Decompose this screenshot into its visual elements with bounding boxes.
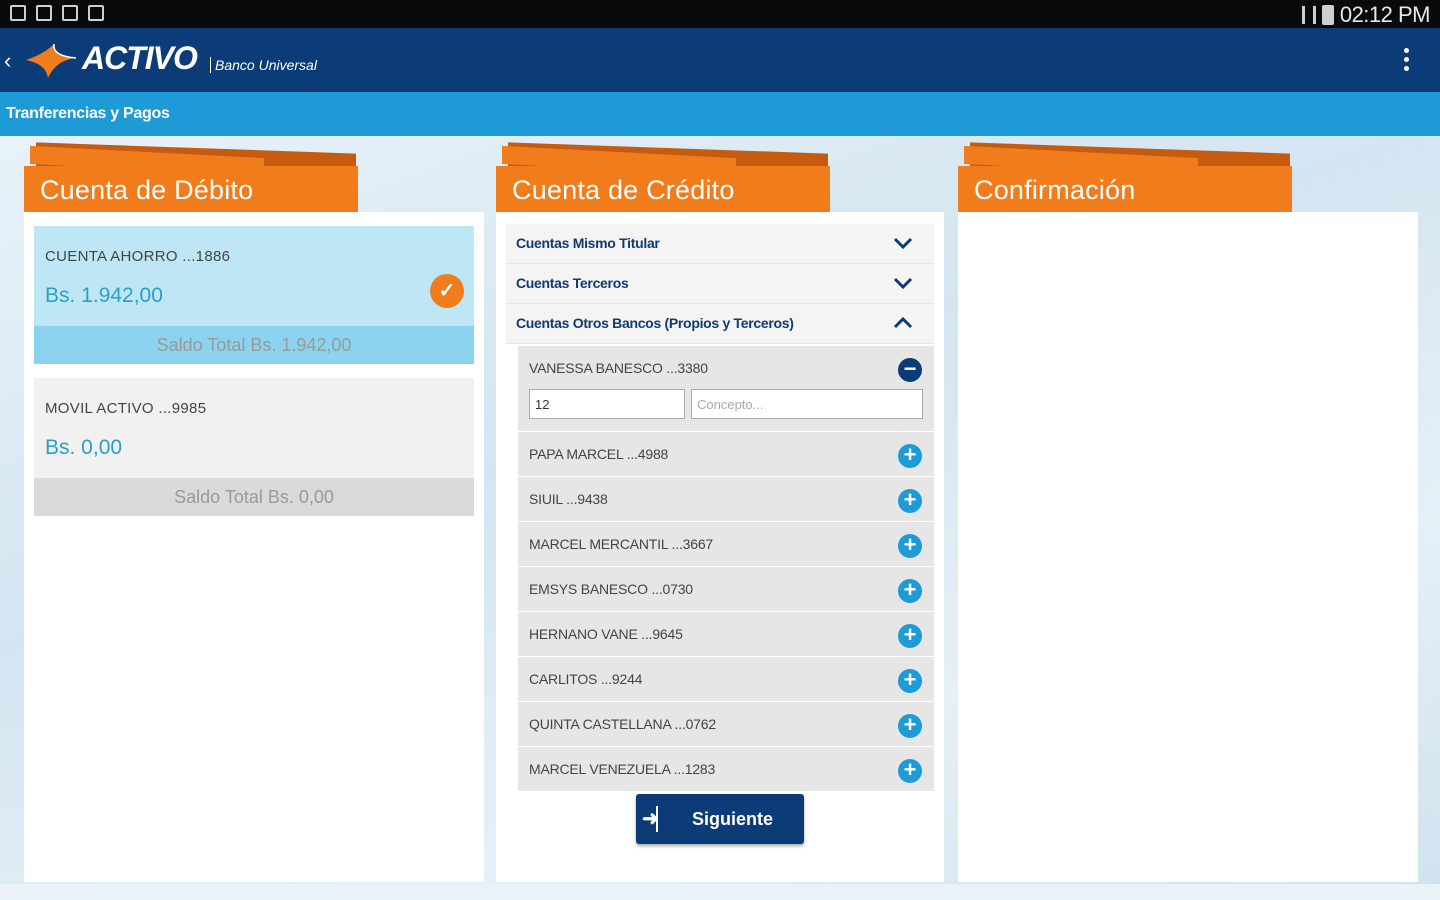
list-item[interactable]: EMSYS BANESCO ...0730 + <box>518 567 934 612</box>
chevron-up-icon <box>893 316 913 329</box>
payee-name: MARCEL MERCANTIL ...3667 <box>529 536 713 552</box>
list-item[interactable]: MARCEL MERCANTIL ...3667 + <box>518 522 934 567</box>
debit-title: Cuenta de Débito <box>40 175 254 205</box>
accordion-otros-bancos[interactable]: Cuentas Otros Bancos (Propios y Terceros… <box>506 304 934 344</box>
list-item[interactable]: SIUIL ...9438 + <box>518 477 934 522</box>
credit-panel: Cuentas Mismo Titular Cuentas Terceros C… <box>496 212 944 882</box>
list-item[interactable]: CARLITOS ...9244 + <box>518 657 934 702</box>
add-circle-icon[interactable]: + <box>898 624 922 648</box>
clock: 02:12 PM <box>1339 2 1431 27</box>
accordion-label: Cuentas Terceros <box>516 275 629 291</box>
star-logo-icon <box>26 43 77 78</box>
account-total: Saldo Total Bs. 0,00 <box>34 478 474 516</box>
back-icon[interactable]: ‹ <box>4 48 11 74</box>
payee-name: SIUIL ...9438 <box>529 491 608 507</box>
chevron-down-icon <box>893 277 913 290</box>
list-item[interactable]: QUINTA CASTELLANA ...0762 + <box>518 702 934 747</box>
account-card[interactable]: MOVIL ACTIVO ...9985 Bs. 0,00 Saldo Tota… <box>34 378 474 516</box>
battery-icon <box>1321 5 1334 25</box>
confirm-title: Confirmación <box>974 175 1136 205</box>
system-tray: 02:12 PM <box>1301 2 1431 28</box>
brand-name: ACTIVO <box>82 40 198 76</box>
accordion-label: Cuentas Otros Bancos (Propios y Terceros… <box>516 315 794 331</box>
payee-list: VANESSA BANESCO ...3380 − PAPA MARCEL ..… <box>518 346 934 792</box>
section-bar: Tranferencias y Pagos <box>0 92 1440 136</box>
next-button[interactable]: ➜ Siguiente <box>636 794 804 844</box>
add-circle-icon[interactable]: + <box>898 489 922 513</box>
payee-name: MARCEL VENEZUELA ...1283 <box>529 761 716 777</box>
notification-icon <box>36 5 52 21</box>
arrow-right-icon: ➜ <box>642 806 659 832</box>
confirm-panel <box>958 212 1418 882</box>
payee-name: EMSYS BANESCO ...0730 <box>529 581 693 597</box>
account-total: Saldo Total Bs. 1.942,00 <box>34 326 474 364</box>
tab-credit: Cuenta de Crédito <box>496 142 832 212</box>
accordion-label: Cuentas Mismo Titular <box>516 235 660 251</box>
debit-panel: CUENTA AHORRO ...1886 Bs. 1.942,00 ✓ Sal… <box>24 212 484 882</box>
notification-icon <box>10 5 26 21</box>
brand-subtitle: Banco Universal <box>210 57 317 73</box>
notification-icon <box>62 5 78 21</box>
payee-name: QUINTA CASTELLANA ...0762 <box>529 716 716 732</box>
add-circle-icon[interactable]: + <box>898 669 922 693</box>
payee-name: HERNANO VANE ...9645 <box>529 626 683 642</box>
account-name: CUENTA AHORRO ...1886 <box>45 248 231 265</box>
list-item[interactable]: PAPA MARCEL ...4988 + <box>518 432 934 477</box>
accordion-terceros[interactable]: Cuentas Terceros <box>506 264 934 304</box>
next-label: Siguiente <box>692 809 774 829</box>
bottom-strip <box>0 884 1440 900</box>
list-item[interactable]: MARCEL VENEZUELA ...1283 + <box>518 747 934 792</box>
remove-circle-icon[interactable]: − <box>898 358 922 382</box>
list-item[interactable]: HERNANO VANE ...9645 + <box>518 612 934 657</box>
payee-name: PAPA MARCEL ...4988 <box>529 446 669 462</box>
notification-icon <box>88 5 104 21</box>
payee-name: CARLITOS ...9244 <box>529 671 643 687</box>
payee-name: VANESSA BANESCO ...3380 <box>529 360 708 376</box>
credit-title: Cuenta de Crédito <box>512 175 735 205</box>
add-circle-icon[interactable]: + <box>898 579 922 603</box>
add-circle-icon[interactable]: + <box>898 534 922 558</box>
tab-debit: Cuenta de Débito <box>24 142 360 212</box>
add-circle-icon[interactable]: + <box>898 759 922 783</box>
add-circle-icon[interactable]: + <box>898 714 922 738</box>
tab-confirm: Confirmación <box>958 142 1294 212</box>
section-title: Tranferencias y Pagos <box>6 105 170 122</box>
check-icon: ✓ <box>430 274 464 308</box>
amount-input[interactable] <box>529 389 685 419</box>
concept-input[interactable] <box>691 389 923 419</box>
payee-expanded: VANESSA BANESCO ...3380 − <box>518 346 934 432</box>
account-amount: Bs. 1.942,00 <box>45 284 163 307</box>
signal-icon <box>1301 6 1316 24</box>
status-bar: 02:12 PM <box>0 0 1440 28</box>
account-name: MOVIL ACTIVO ...9985 <box>45 400 207 417</box>
account-amount: Bs. 0,00 <box>45 436 123 459</box>
notification-icons <box>10 5 104 21</box>
overflow-menu-icon[interactable] <box>1404 48 1410 71</box>
app-bar: ‹ ACTIVO Banco Universal <box>0 28 1440 92</box>
chevron-down-icon <box>893 237 913 250</box>
account-card-selected[interactable]: CUENTA AHORRO ...1886 Bs. 1.942,00 ✓ Sal… <box>34 226 474 364</box>
add-circle-icon[interactable]: + <box>898 444 922 468</box>
accordion-mismo-titular[interactable]: Cuentas Mismo Titular <box>506 224 934 264</box>
